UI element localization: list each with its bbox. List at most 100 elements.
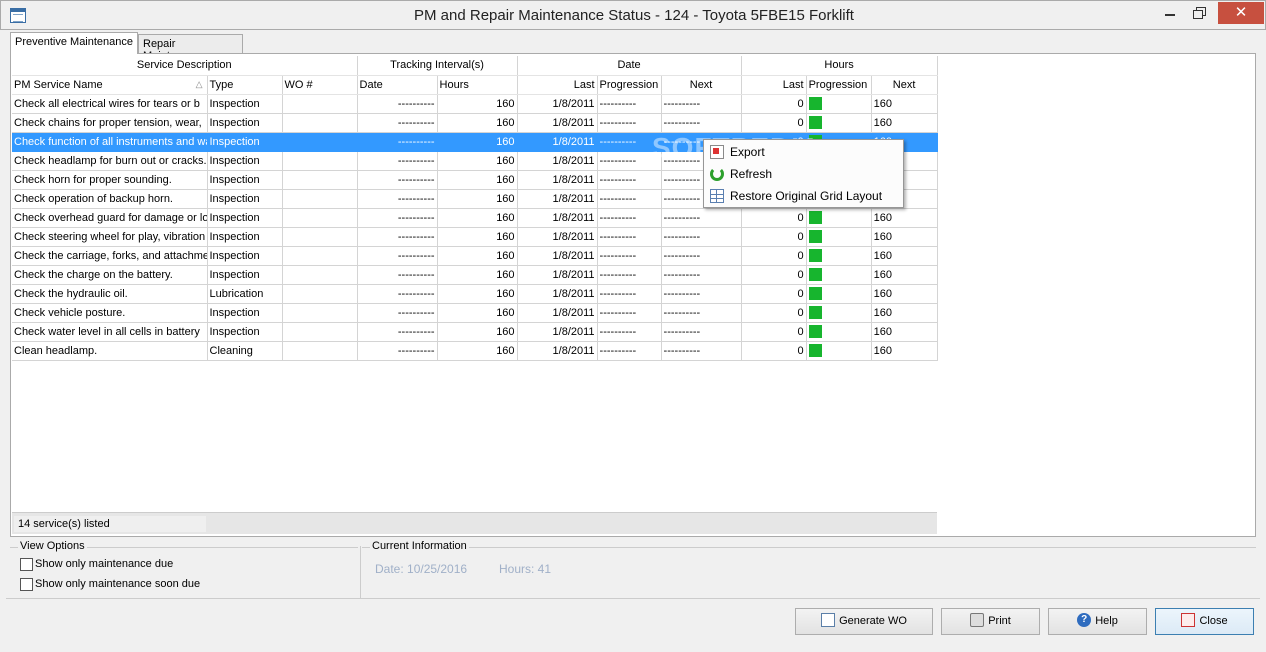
cell-interval-hours[interactable]: 160	[437, 189, 518, 209]
cell-interval-hours[interactable]: 160	[437, 227, 518, 247]
cell-type[interactable]: Inspection	[207, 189, 283, 209]
cell-type[interactable]: Inspection	[207, 322, 283, 342]
cell-interval-date[interactable]: ----------	[357, 341, 438, 361]
cell-hours-next[interactable]: 160	[871, 265, 938, 285]
cell-interval-date[interactable]: ----------	[357, 94, 438, 114]
cell-service-name[interactable]: Check function of all instruments and wa	[12, 132, 208, 152]
cell-interval-date[interactable]: ----------	[357, 265, 438, 285]
cell-hours-last[interactable]: 0	[741, 341, 807, 361]
cell-hours-last[interactable]: 0	[741, 227, 807, 247]
cell-service-name[interactable]: Check vehicle posture.	[12, 303, 208, 323]
cell-service-name[interactable]: Check the charge on the battery.	[12, 265, 208, 285]
cell-wo-number[interactable]	[282, 284, 358, 304]
cell-interval-hours[interactable]: 160	[437, 170, 518, 190]
cell-date-last[interactable]: 1/8/2011	[517, 227, 598, 247]
cell-interval-date[interactable]: ----------	[357, 132, 438, 152]
cell-hours-next[interactable]: 160	[871, 227, 938, 247]
cell-type[interactable]: Inspection	[207, 246, 283, 266]
show-due-checkbox[interactable]: Show only maintenance due	[20, 557, 173, 573]
cell-date-next[interactable]: ----------	[661, 208, 742, 228]
cell-hours-next[interactable]: 160	[871, 284, 938, 304]
cell-hours-next[interactable]: 160	[871, 303, 938, 323]
cell-date-last[interactable]: 1/8/2011	[517, 341, 598, 361]
cell-type[interactable]: Lubrication	[207, 284, 283, 304]
cell-hours-progression[interactable]	[806, 246, 872, 266]
cell-date-next[interactable]: ----------	[661, 284, 742, 304]
cell-interval-date[interactable]: ----------	[357, 227, 438, 247]
context-menu-refresh[interactable]: Refresh	[707, 163, 902, 185]
cell-interval-date[interactable]: ----------	[357, 284, 438, 304]
cell-date-last[interactable]: 1/8/2011	[517, 265, 598, 285]
table-row[interactable]: Check steering wheel for play, vibration…	[12, 227, 938, 247]
window-close-button[interactable]: ✕	[1218, 2, 1264, 24]
tab-preventive-maintenance[interactable]: Preventive Maintenance	[10, 32, 138, 54]
cell-date-last[interactable]: 1/8/2011	[517, 303, 598, 323]
cell-service-name[interactable]: Check headlamp for burn out or cracks.	[12, 151, 208, 171]
cell-interval-hours[interactable]: 160	[437, 341, 518, 361]
cell-wo-number[interactable]	[282, 113, 358, 133]
cell-date-progression[interactable]: ----------	[597, 303, 662, 323]
cell-date-progression[interactable]: ----------	[597, 189, 662, 209]
cell-date-next[interactable]: ----------	[661, 322, 742, 342]
cell-hours-next[interactable]: 160	[871, 113, 938, 133]
cell-hours-progression[interactable]	[806, 94, 872, 114]
cell-interval-hours[interactable]: 160	[437, 265, 518, 285]
cell-type[interactable]: Inspection	[207, 265, 283, 285]
cell-interval-hours[interactable]: 160	[437, 322, 518, 342]
close-button[interactable]: Close	[1155, 608, 1254, 635]
cell-type[interactable]: Inspection	[207, 170, 283, 190]
cell-date-progression[interactable]: ----------	[597, 208, 662, 228]
cell-interval-date[interactable]: ----------	[357, 189, 438, 209]
cell-hours-progression[interactable]	[806, 113, 872, 133]
cell-wo-number[interactable]	[282, 341, 358, 361]
context-menu-restore-layout[interactable]: Restore Original Grid Layout	[707, 185, 902, 207]
cell-interval-date[interactable]: ----------	[357, 151, 438, 171]
column-header-date-next[interactable]: Next	[661, 75, 742, 95]
table-row[interactable]: Check overhead guard for damage or lo Ins…	[12, 208, 938, 228]
table-row[interactable]: Check chains for proper tension, wear, In…	[12, 113, 938, 133]
cell-hours-next[interactable]: 160	[871, 341, 938, 361]
cell-hours-last[interactable]: 0	[741, 94, 807, 114]
cell-hours-last[interactable]: 0	[741, 322, 807, 342]
pm-service-grid[interactable]: Service Description Tracking Interval(s)…	[12, 56, 938, 361]
cell-date-progression[interactable]: ----------	[597, 170, 662, 190]
table-row[interactable]: Clean headlamp. Cleaning ---------- 160 1/8/…	[12, 341, 938, 361]
cell-service-name[interactable]: Check operation of backup horn.	[12, 189, 208, 209]
minimize-icon[interactable]	[1165, 14, 1175, 16]
column-header-hours-progression[interactable]: Progression	[806, 75, 872, 95]
cell-hours-last[interactable]: 0	[741, 208, 807, 228]
cell-date-next[interactable]: ----------	[661, 246, 742, 266]
checkbox-box[interactable]	[20, 557, 33, 571]
cell-hours-next[interactable]: 160	[871, 94, 938, 114]
cell-date-progression[interactable]: ----------	[597, 341, 662, 361]
cell-interval-hours[interactable]: 160	[437, 303, 518, 323]
context-menu-export[interactable]: Export	[707, 141, 902, 163]
cell-interval-hours[interactable]: 160	[437, 132, 518, 152]
cell-service-name[interactable]: Clean headlamp.	[12, 341, 208, 361]
restore-icon[interactable]	[1193, 7, 1206, 19]
print-button[interactable]: Print	[941, 608, 1040, 635]
cell-wo-number[interactable]	[282, 227, 358, 247]
cell-type[interactable]: Inspection	[207, 132, 283, 152]
cell-date-last[interactable]: 1/8/2011	[517, 208, 598, 228]
cell-hours-progression[interactable]	[806, 265, 872, 285]
cell-type[interactable]: Inspection	[207, 227, 283, 247]
cell-hours-last[interactable]: 0	[741, 284, 807, 304]
column-header-pm-service-name[interactable]: △ PM Service Name	[12, 75, 208, 95]
cell-date-last[interactable]: 1/8/2011	[517, 170, 598, 190]
cell-type[interactable]: Inspection	[207, 208, 283, 228]
cell-interval-hours[interactable]: 160	[437, 94, 518, 114]
cell-hours-progression[interactable]	[806, 208, 872, 228]
cell-wo-number[interactable]	[282, 246, 358, 266]
cell-type[interactable]: Inspection	[207, 151, 283, 171]
column-header-hours-next[interactable]: Next	[871, 75, 938, 95]
table-row[interactable]: Check the charge on the battery. Inspecti…	[12, 265, 938, 285]
cell-date-next[interactable]: ----------	[661, 94, 742, 114]
cell-type[interactable]: Inspection	[207, 113, 283, 133]
table-row[interactable]: Check water level in all cells in batter…	[12, 322, 938, 342]
cell-wo-number[interactable]	[282, 189, 358, 209]
cell-date-next[interactable]: ----------	[661, 227, 742, 247]
cell-hours-progression[interactable]	[806, 303, 872, 323]
cell-date-last[interactable]: 1/8/2011	[517, 94, 598, 114]
cell-hours-next[interactable]: 160	[871, 246, 938, 266]
